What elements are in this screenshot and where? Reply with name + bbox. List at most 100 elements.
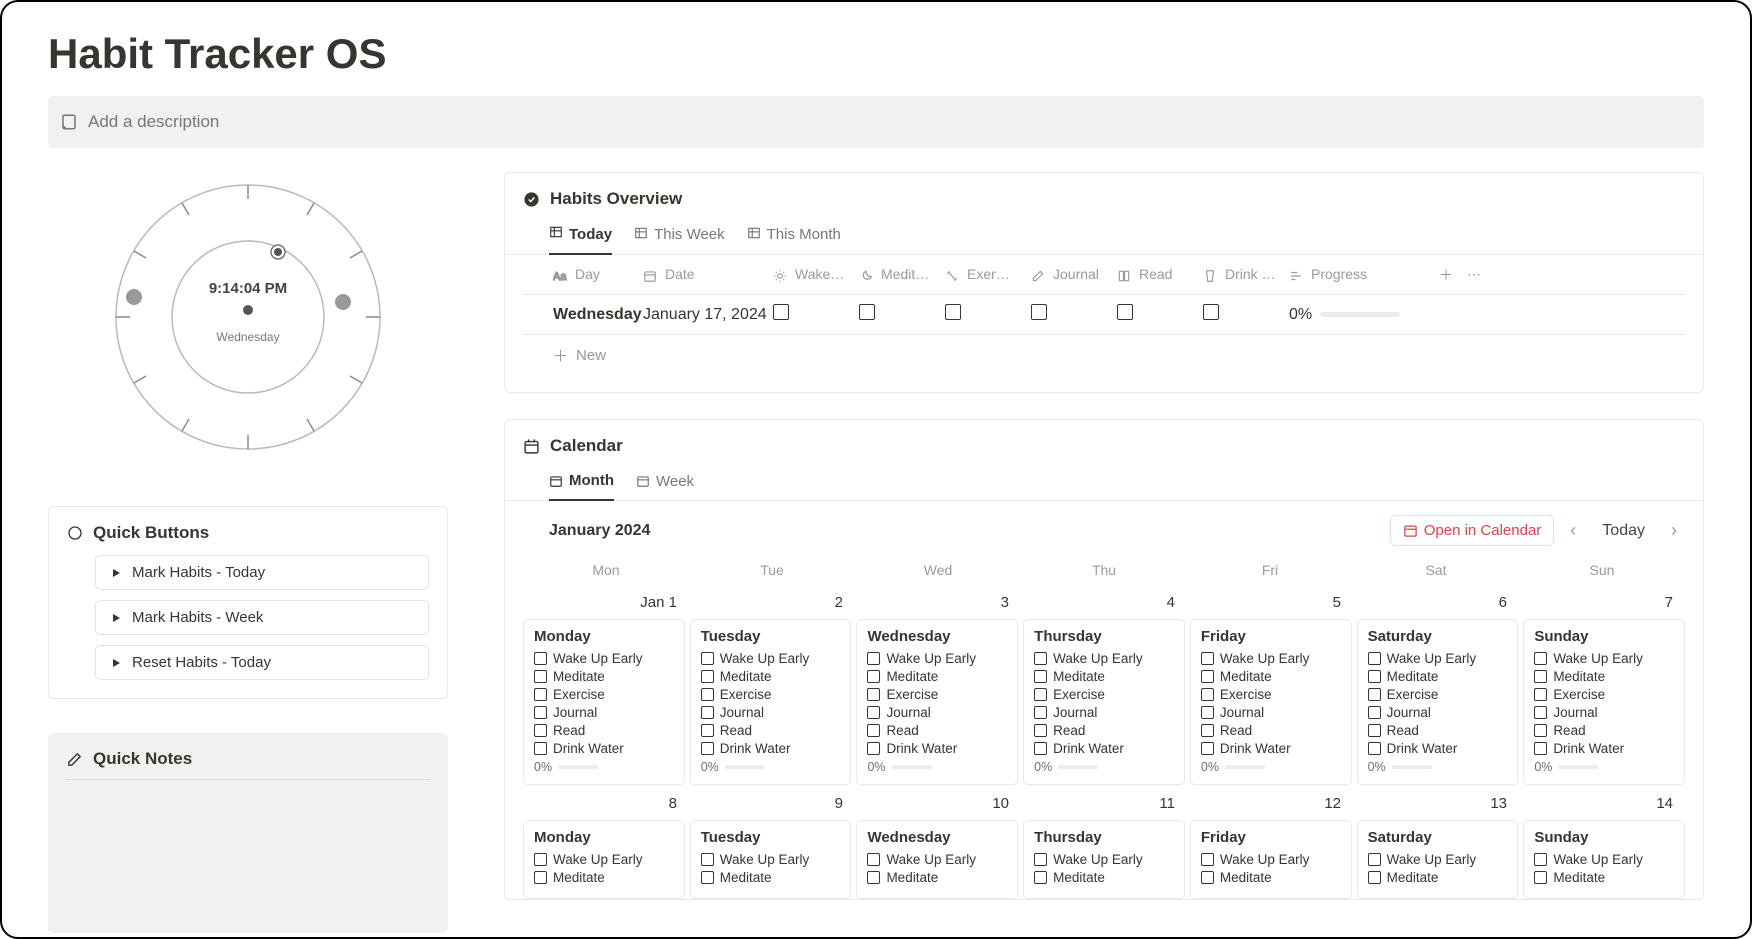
calendar-habit-item[interactable]: Exercise	[534, 687, 674, 702]
calendar-habit-item[interactable]: Meditate	[534, 669, 674, 684]
calendar-habit-item[interactable]: Exercise	[1201, 687, 1341, 702]
calendar-habit-item[interactable]: Wake Up Early	[1201, 651, 1341, 666]
habit-checkbox[interactable]	[1034, 853, 1047, 866]
calendar-date-number[interactable]: 10	[855, 791, 1021, 814]
calendar-day-card[interactable]: ThursdayWake Up EarlyMeditateExerciseJou…	[1023, 619, 1185, 785]
habit-checkbox[interactable]	[1034, 724, 1047, 737]
habit-checkbox[interactable]	[1034, 670, 1047, 683]
habit-checkbox[interactable]	[1534, 742, 1547, 755]
calendar-date-number[interactable]: 8	[523, 791, 689, 814]
column-menu-button[interactable]: ⋯	[1467, 266, 1495, 283]
calendar-day-card[interactable]: SundayWake Up EarlyMeditateExerciseJourn…	[1523, 619, 1685, 785]
calendar-habit-item[interactable]: Read	[1201, 723, 1341, 738]
habit-checkbox[interactable]	[1368, 871, 1381, 884]
description-bar[interactable]: Add a description	[48, 96, 1704, 148]
habit-checkbox[interactable]	[1201, 670, 1214, 683]
calendar-date-number[interactable]: 6	[1353, 590, 1519, 613]
calendar-habit-item[interactable]: Exercise	[1534, 687, 1674, 702]
habit-checkbox[interactable]	[701, 742, 714, 755]
habit-checkbox[interactable]	[534, 670, 547, 683]
habit-checkbox[interactable]	[1034, 706, 1047, 719]
habit-checkbox[interactable]	[1368, 742, 1381, 755]
habit-checkbox[interactable]	[1203, 304, 1219, 320]
calendar-tab-month[interactable]: Month	[549, 466, 614, 501]
calendar-habit-item[interactable]: Drink Water	[1034, 741, 1174, 756]
habit-checkbox[interactable]	[1534, 871, 1547, 884]
calendar-habit-item[interactable]: Journal	[701, 705, 841, 720]
overview-tab-today[interactable]: Today	[549, 219, 612, 255]
habit-checkbox[interactable]	[701, 724, 714, 737]
habit-checkbox[interactable]	[1368, 724, 1381, 737]
habit-checkbox[interactable]	[534, 871, 547, 884]
calendar-habit-item[interactable]: Journal	[1034, 705, 1174, 720]
calendar-habit-item[interactable]: Meditate	[1201, 669, 1341, 684]
row-day[interactable]: Wednesday	[523, 306, 643, 324]
calendar-habit-item[interactable]: Meditate	[701, 669, 841, 684]
calendar-date-number[interactable]: 7	[1519, 590, 1685, 613]
calendar-habit-item[interactable]: Journal	[867, 705, 1007, 720]
calendar-habit-item[interactable]: Wake Up Early	[1201, 852, 1341, 867]
calendar-habit-item[interactable]: Journal	[1368, 705, 1508, 720]
calendar-day-card[interactable]: TuesdayWake Up EarlyMeditateExerciseJour…	[690, 619, 852, 785]
calendar-habit-item[interactable]: Wake Up Early	[1368, 651, 1508, 666]
calendar-habit-item[interactable]: Journal	[1534, 705, 1674, 720]
habit-checkbox[interactable]	[534, 724, 547, 737]
habit-checkbox[interactable]	[1201, 742, 1214, 755]
habit-checkbox[interactable]	[867, 742, 880, 755]
overview-tab-this-week[interactable]: This Week	[634, 219, 725, 254]
habit-checkbox[interactable]	[1368, 688, 1381, 701]
calendar-day-card[interactable]: WednesdayWake Up EarlyMeditate	[856, 820, 1018, 899]
calendar-habit-item[interactable]: Journal	[534, 705, 674, 720]
calendar-day-card[interactable]: FridayWake Up EarlyMeditateExerciseJourn…	[1190, 619, 1352, 785]
habit-checkbox[interactable]	[1534, 853, 1547, 866]
calendar-day-card[interactable]: WednesdayWake Up EarlyMeditateExerciseJo…	[856, 619, 1018, 785]
habit-checkbox[interactable]	[1034, 742, 1047, 755]
habit-checkbox[interactable]	[1368, 853, 1381, 866]
calendar-date-number[interactable]: 11	[1021, 791, 1187, 814]
calendar-habit-item[interactable]: Drink Water	[1201, 741, 1341, 756]
habit-checkbox[interactable]	[867, 706, 880, 719]
calendar-habit-item[interactable]: Read	[1368, 723, 1508, 738]
calendar-habit-item[interactable]: Wake Up Early	[534, 852, 674, 867]
calendar-habit-item[interactable]: Meditate	[1368, 669, 1508, 684]
add-column-button[interactable]: ＋	[1439, 265, 1467, 285]
habit-checkbox[interactable]	[534, 652, 547, 665]
calendar-habit-item[interactable]: Wake Up Early	[1034, 651, 1174, 666]
calendar-date-number[interactable]: 13	[1353, 791, 1519, 814]
column-header-journal[interactable]: Journal	[1031, 266, 1117, 284]
habit-checkbox[interactable]	[701, 652, 714, 665]
habit-checkbox[interactable]	[1201, 871, 1214, 884]
calendar-habit-item[interactable]: Read	[867, 723, 1007, 738]
habit-checkbox[interactable]	[1201, 706, 1214, 719]
habit-checkbox[interactable]	[1201, 853, 1214, 866]
calendar-habit-item[interactable]: Meditate	[1034, 870, 1174, 885]
column-header-date[interactable]: Date	[643, 266, 773, 284]
calendar-habit-item[interactable]: Wake Up Early	[867, 852, 1007, 867]
quick-button-2[interactable]: Reset Habits - Today	[95, 645, 429, 680]
prev-month-button[interactable]: ‹	[1562, 516, 1584, 545]
calendar-date-number[interactable]: 9	[689, 791, 855, 814]
column-header-exer[interactable]: Exer…	[945, 266, 1031, 284]
column-header-medit[interactable]: Medit…	[859, 266, 945, 284]
calendar-habit-item[interactable]: Drink Water	[534, 741, 674, 756]
column-header-read[interactable]: Read	[1117, 266, 1203, 284]
habit-checkbox[interactable]	[867, 853, 880, 866]
calendar-habit-item[interactable]: Read	[1534, 723, 1674, 738]
quick-button-0[interactable]: Mark Habits - Today	[95, 555, 429, 590]
column-header-day[interactable]: AaDay	[523, 266, 643, 284]
habit-checkbox[interactable]	[701, 706, 714, 719]
today-button[interactable]: Today	[1592, 518, 1655, 544]
calendar-habit-item[interactable]: Wake Up Early	[867, 651, 1007, 666]
calendar-habit-item[interactable]: Meditate	[701, 870, 841, 885]
calendar-habit-item[interactable]: Wake Up Early	[1034, 852, 1174, 867]
calendar-habit-item[interactable]: Read	[701, 723, 841, 738]
calendar-habit-item[interactable]: Meditate	[1034, 669, 1174, 684]
habit-checkbox[interactable]	[534, 706, 547, 719]
quick-button-1[interactable]: Mark Habits - Week	[95, 600, 429, 635]
calendar-habit-item[interactable]: Meditate	[1368, 870, 1508, 885]
habit-checkbox[interactable]	[1034, 652, 1047, 665]
calendar-habit-item[interactable]: Wake Up Early	[1534, 651, 1674, 666]
column-header-drink[interactable]: Drink …	[1203, 266, 1289, 284]
row-date[interactable]: January 17, 2024	[643, 306, 773, 324]
column-header-wake[interactable]: Wake…	[773, 266, 859, 284]
